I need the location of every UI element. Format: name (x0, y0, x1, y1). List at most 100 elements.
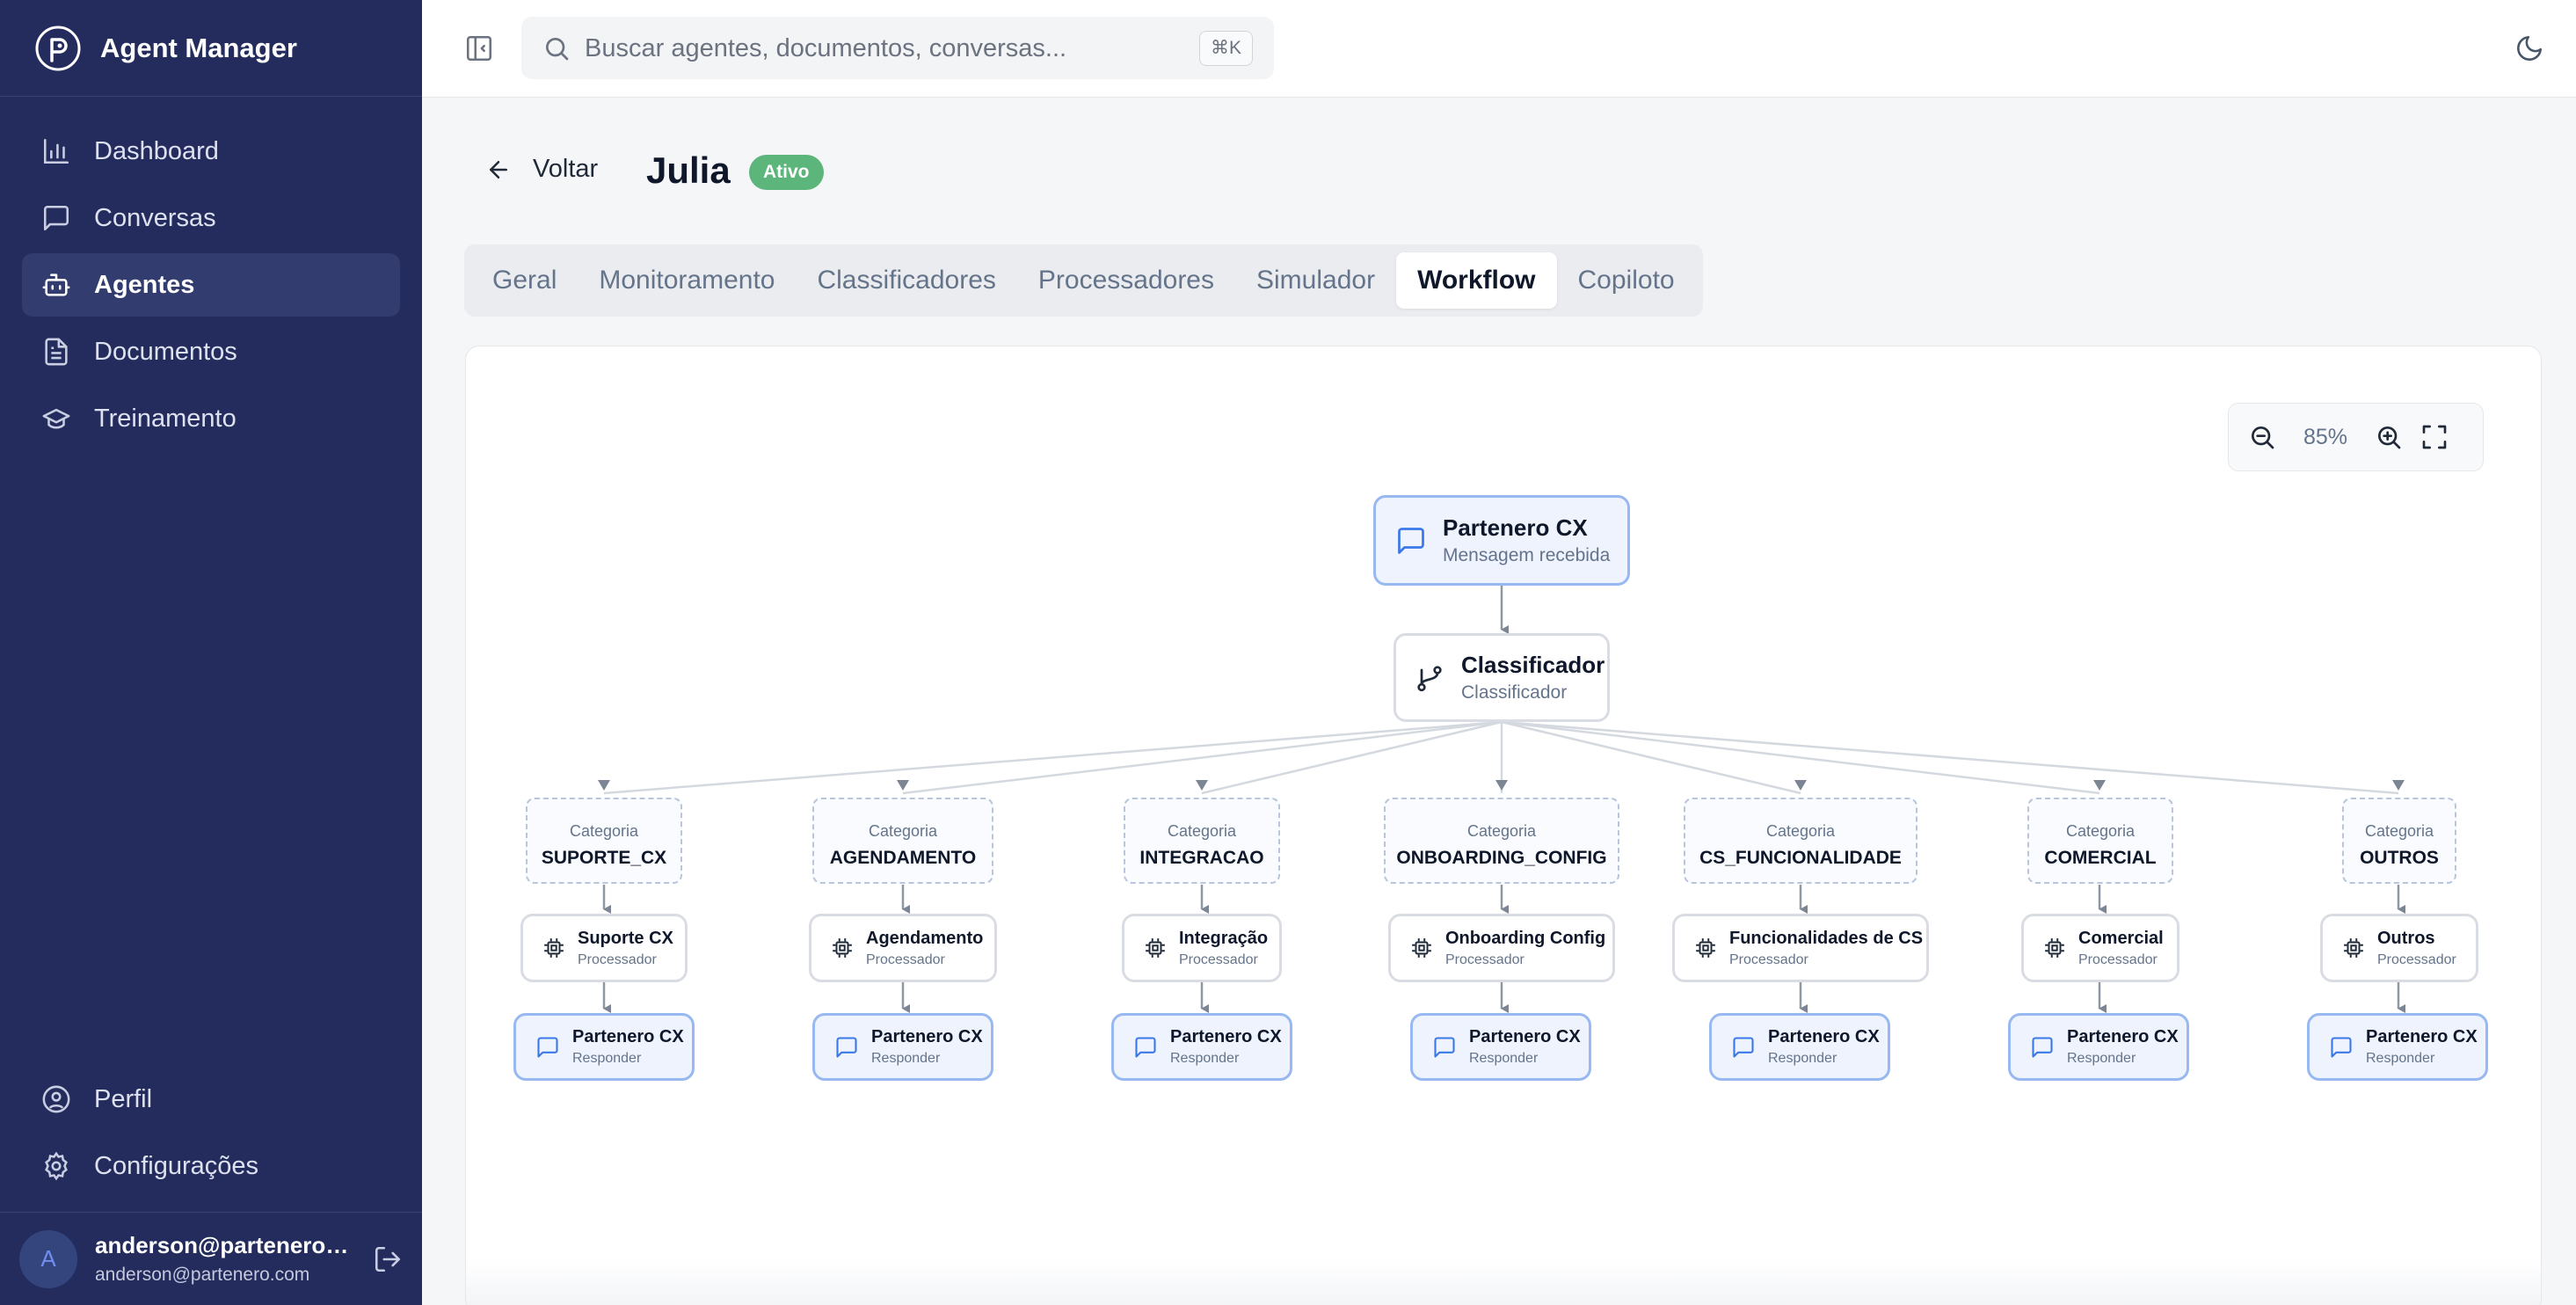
avatar[interactable]: A (19, 1229, 77, 1288)
sidebar-item-conversas[interactable]: Conversas (22, 186, 400, 250)
tab-classificadores[interactable]: Classificadores (796, 252, 1016, 309)
user-profile: A anderson@partenero.... anderson@parten… (0, 1212, 422, 1305)
back-button[interactable]: Voltar (485, 155, 598, 184)
node-title: Funcionalidades de CS (1729, 928, 1924, 948)
search-input[interactable]: Buscar agentes, documentos, conversas...… (521, 17, 1274, 79)
processor-node[interactable]: Funcionalidades de CS Processador (1672, 914, 1929, 982)
main-nav: Dashboard Conversas Agentes Documentos T… (0, 120, 422, 450)
fullscreen-icon (2422, 425, 2447, 449)
responder-node-text: Partenero CX Responder (1768, 1027, 1880, 1067)
responder-node[interactable]: Partenero CX Responder (1709, 1013, 1890, 1081)
node-subtitle: Responder (1170, 1051, 1240, 1066)
sidebar-item-documentos[interactable]: Documentos (22, 320, 400, 383)
category-node[interactable]: Categoria INTEGRACAO (1124, 798, 1280, 884)
category-node[interactable]: Categoria SUPORTE_CX (526, 798, 682, 884)
file-text-icon (41, 337, 71, 367)
arrowhead (1196, 780, 1208, 791)
category-name: INTEGRACAO (1139, 848, 1264, 868)
sidebar-item-label: Perfil (94, 1084, 153, 1113)
node-subtitle: Responder (2067, 1051, 2136, 1066)
zoom-level: 85% (2303, 424, 2348, 449)
category-node[interactable]: Categoria CS_FUNCIONALIDADE (1684, 798, 1917, 884)
node-title: Partenero CX (1443, 514, 1588, 541)
arrowhead (897, 780, 909, 791)
arrowhead (2392, 780, 2405, 791)
processor-node[interactable]: Onboarding Config Processador (1388, 914, 1615, 982)
gear-icon (41, 1151, 71, 1181)
sidebar-item-configuracoes[interactable]: Configurações (22, 1134, 400, 1198)
responder-node[interactable]: Partenero CX Responder (812, 1013, 993, 1081)
message-square-icon (1395, 525, 1427, 557)
sidebar-item-treinamento[interactable]: Treinamento (22, 387, 400, 450)
node-subtitle: Classificador (1461, 682, 1568, 703)
workflow-canvas[interactable]: 85% Partenero CX Mensagem recebida Class… (465, 346, 2542, 1305)
node-subtitle: Processador (2377, 951, 2456, 967)
sidebar-item-dashboard[interactable]: Dashboard (22, 120, 400, 183)
category-name: OUTROS (2360, 848, 2439, 868)
message-square-icon (535, 1035, 560, 1060)
responder-node-text: Partenero CX Responder (2366, 1027, 2478, 1067)
processor-node[interactable]: Agendamento Processador (809, 914, 997, 982)
processor-node-text: Agendamento Processador (866, 929, 983, 968)
tab-geral[interactable]: Geral (471, 252, 578, 309)
fullscreen-button[interactable] (2412, 414, 2457, 460)
responder-node[interactable]: Partenero CX Responder (2307, 1013, 2488, 1081)
message-square-icon (1133, 1035, 1158, 1060)
zoom-in-button[interactable] (2366, 414, 2412, 460)
page-title: Julia (646, 149, 731, 191)
edge-classifier-to-category (603, 720, 1503, 795)
node-subtitle: Responder (871, 1051, 941, 1066)
category-name: CS_FUNCIONALIDADE (1699, 848, 1902, 868)
trigger-node[interactable]: Partenero CX Mensagem recebida (1373, 495, 1630, 586)
message-square-icon (2329, 1035, 2354, 1060)
processor-node[interactable]: Integração Processador (1122, 914, 1282, 982)
processor-node-text: Funcionalidades de CS Processador (1729, 929, 1923, 968)
tab-workflow[interactable]: Workflow (1396, 252, 1557, 309)
responder-node[interactable]: Partenero CX Responder (2008, 1013, 2189, 1081)
responder-node-text: Partenero CX Responder (572, 1027, 684, 1067)
node-subtitle: Processador (1729, 951, 1808, 967)
classifier-node[interactable]: Classificador Classificador (1394, 633, 1610, 722)
graduation-cap-icon (41, 404, 71, 434)
tab-monitoramento[interactable]: Monitoramento (578, 252, 796, 309)
back-label: Voltar (533, 155, 599, 183)
moon-icon[interactable] (2514, 33, 2544, 63)
node-subtitle: Responder (1768, 1051, 1837, 1066)
category-node[interactable]: Categoria AGENDAMENTO (812, 798, 993, 884)
processor-node[interactable]: Comercial Processador (2021, 914, 2179, 982)
category-node[interactable]: Categoria ONBOARDING_CONFIG (1384, 798, 1619, 884)
processor-node-text: Outros Processador (2377, 929, 2456, 968)
sidebar-bottom-nav: Perfil Configurações (22, 1068, 400, 1201)
arrow-left-icon (490, 160, 507, 179)
sidebar-item-label: Dashboard (94, 136, 219, 165)
logout-icon[interactable] (373, 1244, 403, 1274)
node-subtitle: Responder (2366, 1051, 2435, 1066)
sidebar-item-agentes[interactable]: Agentes (22, 253, 400, 317)
responder-node[interactable]: Partenero CX Responder (513, 1013, 695, 1081)
category-node[interactable]: Categoria COMERCIAL (2027, 798, 2173, 884)
tab-copiloto[interactable]: Copiloto (1557, 252, 1696, 309)
brand[interactable]: Agent Manager (0, 0, 422, 97)
cpu-icon (831, 937, 854, 959)
responder-node[interactable]: Partenero CX Responder (1410, 1013, 1591, 1081)
cpu-icon (1694, 937, 1717, 959)
sidebar-item-perfil[interactable]: Perfil (22, 1068, 400, 1131)
sidebar-item-label: Configurações (94, 1151, 258, 1180)
bar-chart-icon (41, 136, 71, 166)
sidebar-toggle-icon[interactable] (464, 33, 494, 63)
node-title: Outros (2377, 928, 2435, 948)
zoom-out-button[interactable] (2239, 414, 2285, 460)
tab-processadores[interactable]: Processadores (1017, 252, 1235, 309)
responder-node-text: Partenero CX Responder (1170, 1027, 1282, 1067)
cpu-icon (542, 937, 565, 959)
user-name: anderson@partenero.... (95, 1232, 350, 1258)
search-icon (546, 38, 569, 61)
sidebar: Agent Manager Dashboard Conversas Agente… (0, 0, 422, 1305)
tab-simulador[interactable]: Simulador (1235, 252, 1396, 309)
responder-node[interactable]: Partenero CX Responder (1111, 1013, 1292, 1081)
processor-node[interactable]: Outros Processador (2320, 914, 2478, 982)
category-node[interactable]: Categoria OUTROS (2342, 798, 2456, 884)
processor-node[interactable]: Suporte CX Processador (520, 914, 688, 982)
topbar: Buscar agentes, documentos, conversas...… (422, 0, 2576, 98)
node-subtitle: Responder (572, 1051, 642, 1066)
